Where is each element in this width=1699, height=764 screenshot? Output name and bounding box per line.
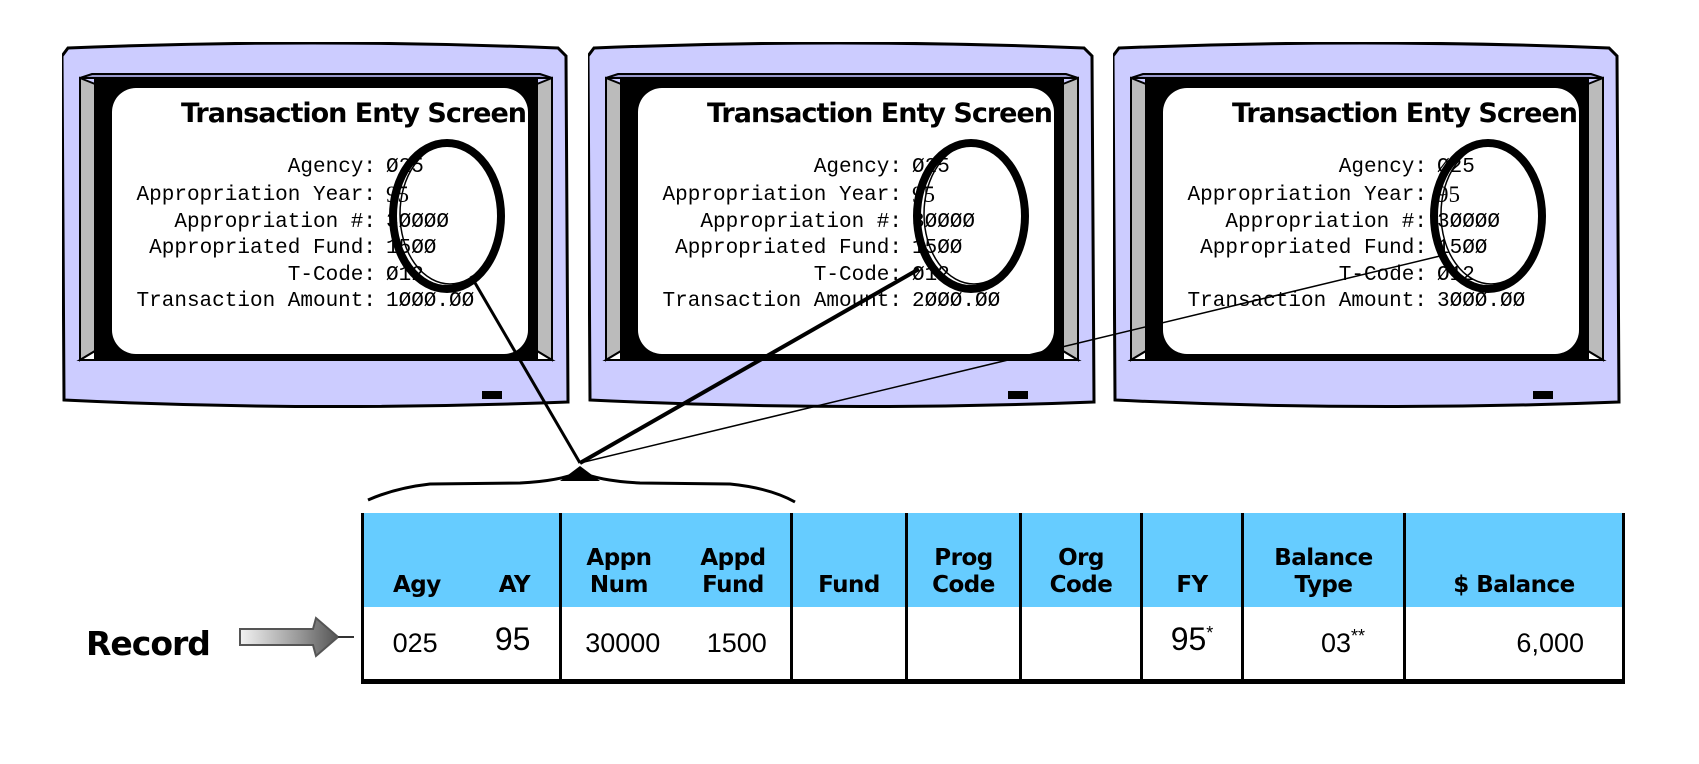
arrow-right-icon [239, 616, 354, 658]
record-table: Agy AY Appn Num Appd Fund Fund Prog Code… [361, 513, 1625, 684]
table-header-row: Agy AY Appn Num Appd Fund Fund Prog Code… [361, 513, 1625, 607]
table-row: 025 95 30000 1500 95* 03** 6,000 [361, 607, 1625, 684]
cell-balance: 6,000 [1403, 607, 1625, 684]
connector-line-2 [579, 267, 920, 465]
cell-appn-num: 30000 [585, 627, 661, 658]
header-appd-fund: Appd Fund [700, 545, 766, 598]
header-appn-appd: Appn Num Appd Fund [559, 513, 793, 607]
cell-appn-appd: 30000 1500 [559, 607, 793, 684]
cell-fund [790, 607, 908, 684]
cell-appd-fund: 1500 [706, 627, 767, 658]
header-prog-code: Prog Code [905, 513, 1022, 607]
cell-ay: 95 [494, 620, 531, 657]
cell-agy-ay: 025 95 [361, 607, 562, 684]
connector-line-1 [469, 275, 582, 464]
header-ay: AY [498, 572, 531, 598]
cell-agy: 025 [392, 627, 438, 658]
cell-fy: 95* [1140, 607, 1244, 684]
header-org-code: Org Code [1019, 513, 1143, 607]
cell-prog-code [905, 607, 1022, 684]
header-agy-ay: Agy AY [361, 513, 562, 607]
header-appn-num: Appn Num [586, 545, 652, 598]
footnote-mark: * [1206, 622, 1214, 643]
brace-peak [560, 466, 600, 481]
header-fund: Fund [790, 513, 908, 607]
header-fy: FY [1140, 513, 1244, 607]
header-balance-type: Balance Type [1241, 513, 1406, 607]
header-balance: $ Balance [1403, 513, 1625, 607]
footnote-mark: ** [1350, 625, 1365, 646]
cell-org-code [1019, 607, 1143, 684]
header-agy: Agy [392, 572, 441, 598]
cell-balance-type: 03** [1241, 607, 1406, 684]
connector-line-3 [579, 255, 1441, 464]
record-label: Record [86, 624, 211, 663]
